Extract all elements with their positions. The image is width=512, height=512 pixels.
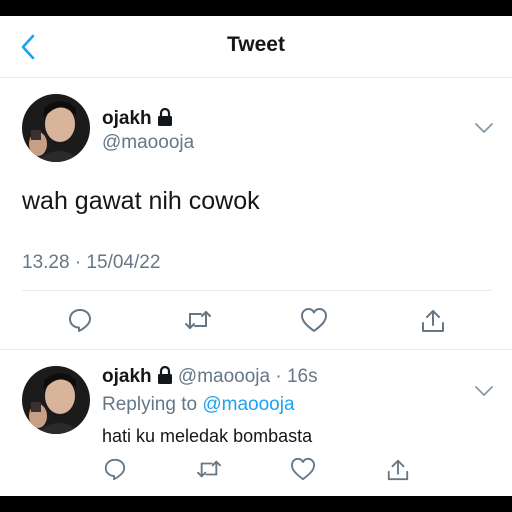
replying-to-mention[interactable]: @maoooja: [202, 394, 294, 415]
tweet-detail-screen: Tweet ojakh @maoooja wah gawat nih cowok…: [0, 16, 512, 496]
comment-icon: [104, 458, 126, 481]
like-button[interactable]: [288, 456, 318, 482]
share-button[interactable]: [384, 456, 412, 484]
heart-icon: [301, 308, 327, 332]
reply-header: ojakh @maoooja · 16s: [102, 365, 318, 390]
divider: [0, 349, 512, 350]
comment-icon: [69, 309, 91, 332]
chevron-down-icon[interactable]: [474, 384, 494, 398]
retweet-button[interactable]: [194, 456, 224, 482]
author-handle[interactable]: @maoooja: [102, 132, 194, 154]
tweet-text: wah gawat nih cowok: [22, 187, 260, 215]
page-title: Tweet: [227, 33, 285, 56]
heart-icon: [291, 457, 315, 481]
reply-meta: @maoooja · 16s: [177, 366, 318, 387]
lock-icon: [157, 365, 173, 390]
share-icon: [422, 310, 444, 332]
avatar[interactable]: [22, 366, 90, 434]
reply-author-name[interactable]: ojakh: [102, 366, 152, 387]
retweet-icon: [197, 460, 221, 478]
retweet-icon: [185, 311, 211, 329]
share-icon: [387, 459, 409, 481]
like-button[interactable]: [298, 306, 330, 334]
avatar[interactable]: [22, 94, 90, 162]
author-name[interactable]: ojakh: [102, 107, 173, 132]
tweet-timestamp: 13.28 · 15/04/22: [22, 252, 161, 273]
reply-text: hati ku meledak bombasta: [102, 426, 313, 446]
reply-button[interactable]: [100, 456, 130, 482]
divider: [22, 290, 492, 291]
replying-to: Replying to @maoooja: [102, 394, 295, 415]
lock-icon: [157, 107, 173, 132]
share-button[interactable]: [418, 306, 448, 336]
chevron-down-icon[interactable]: [474, 121, 494, 135]
reply-button[interactable]: [64, 306, 96, 334]
top-bar: Tweet: [0, 16, 512, 78]
retweet-button[interactable]: [182, 306, 214, 334]
